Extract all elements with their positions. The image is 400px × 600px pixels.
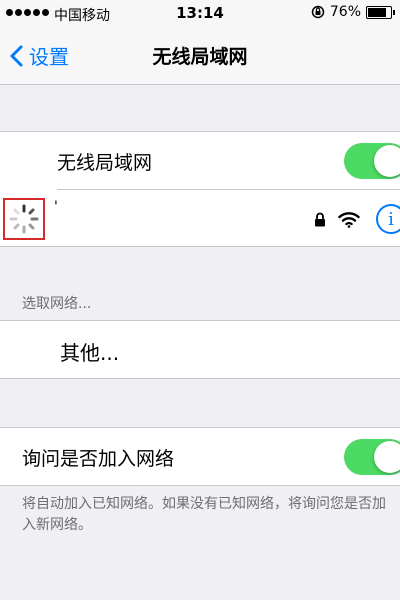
highlight-box <box>3 198 45 240</box>
wifi-group: 无线局域网 ' i <box>0 131 400 247</box>
network-icons: i <box>314 204 400 234</box>
navigation-bar: 设置 无线局域网 <box>0 26 400 85</box>
status-right: 76% <box>311 4 395 20</box>
other-network-group: 其他... <box>0 320 400 379</box>
loading-spinner-icon <box>9 204 39 234</box>
toggle-knob <box>374 441 400 473</box>
network-row[interactable]: ' i <box>0 189 400 246</box>
ask-join-label: 询问是否加入网络 <box>22 448 175 470</box>
status-bar: 中国移动 13:14 76% <box>0 0 400 26</box>
page-title: 无线局域网 <box>152 46 248 68</box>
ask-join-footer: 将自动加入已知网络。如果没有已知网络，将询问您是否加入新网络。 <box>22 496 386 533</box>
wifi-icon <box>338 211 360 228</box>
wifi-toggle[interactable] <box>344 143 400 179</box>
network-name: ' <box>54 199 58 215</box>
toggle-knob <box>374 145 400 177</box>
wifi-toggle-label: 无线局域网 <box>57 152 153 174</box>
ask-join-toggle[interactable] <box>344 439 400 475</box>
info-icon[interactable]: i <box>376 204 400 234</box>
orientation-lock-icon <box>311 5 325 19</box>
battery-percent: 76% <box>329 4 361 20</box>
wifi-toggle-row: 无线局域网 <box>0 132 400 190</box>
battery-icon <box>366 5 395 19</box>
section-header: 选取网络... <box>22 296 92 312</box>
lock-icon <box>315 212 325 226</box>
ask-join-group: 询问是否加入网络 <box>0 427 400 486</box>
other-network-row[interactable]: 其他... <box>0 321 400 378</box>
ask-join-row: 询问是否加入网络 <box>0 428 400 485</box>
other-network-label: 其他... <box>60 341 120 365</box>
